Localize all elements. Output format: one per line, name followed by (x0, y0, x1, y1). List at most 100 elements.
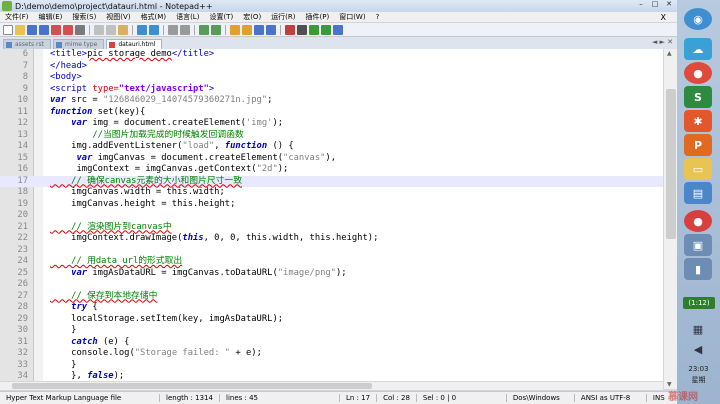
code-token: , (214, 141, 225, 151)
close-document-button[interactable]: X (656, 13, 671, 22)
p-app-icon[interactable]: P (684, 134, 712, 156)
copy-icon[interactable] (106, 24, 116, 35)
menu-search[interactable]: 搜索(S) (67, 12, 101, 22)
code-token: ); (272, 118, 284, 128)
status-language: Hyper Text Markup Language file (0, 394, 160, 402)
x-app-icon[interactable]: ✱ (684, 110, 712, 132)
save-macro-icon[interactable] (333, 24, 343, 35)
code-token: img.addEventListener( (50, 141, 183, 151)
minimize-button[interactable]: – (635, 0, 647, 9)
menu-file[interactable]: 文件(F) (0, 12, 34, 22)
volume-icon[interactable]: ◀ (684, 338, 712, 360)
show-all-chars-icon[interactable] (254, 24, 264, 35)
code-token: } (50, 359, 77, 370)
code-token: "canvas" (283, 152, 326, 163)
run-macro-icon[interactable] (321, 24, 331, 35)
code-line: 33 } (0, 360, 663, 372)
cloud-icon[interactable]: ☁ (684, 38, 712, 60)
wrap-icon[interactable] (242, 24, 252, 35)
code-token: 'img' (245, 118, 273, 128)
close-file-icon[interactable] (51, 24, 61, 35)
code-editor[interactable]: 6 <title>pic storage demo</title> 7 </head… (0, 49, 663, 389)
code-token: type= (92, 83, 119, 94)
menu-run[interactable]: 运行(R) (266, 12, 300, 22)
menu-help[interactable]: ? (371, 13, 385, 21)
clock-time[interactable]: 23:03 (677, 365, 720, 373)
horizontal-scroll-thumb[interactable] (12, 383, 372, 389)
code-token: var (50, 95, 66, 105)
indent-guide-icon[interactable] (266, 24, 276, 35)
record-macro-icon[interactable] (285, 24, 295, 35)
undo-icon[interactable] (137, 24, 147, 35)
scroll-down-icon[interactable]: ▼ (667, 381, 672, 388)
print-icon[interactable] (75, 24, 85, 35)
scroll-up-icon[interactable]: ▲ (667, 50, 672, 57)
paste-icon[interactable] (118, 24, 128, 35)
code-token: > (208, 83, 215, 94)
code-line: 11 function set(key){ (0, 107, 663, 119)
vertical-scroll-thumb[interactable] (666, 89, 676, 239)
save-all-icon[interactable] (39, 24, 49, 35)
code-line: 24 // 用data url的形式取出 (0, 256, 663, 268)
menu-format[interactable]: 格式(M) (136, 12, 172, 22)
window-icon[interactable]: ▣ (684, 234, 712, 256)
zoom-in-icon[interactable] (199, 24, 209, 35)
vertical-scrollbar[interactable]: ▲ ▼ (663, 49, 677, 389)
code-line: 10 var src = "126846029_14074579360271n.j… (0, 95, 663, 107)
menu-macro[interactable]: 宏(O) (238, 12, 266, 22)
menu-window[interactable]: 窗口(W) (334, 12, 370, 22)
disk-icon[interactable]: ▤ (684, 182, 712, 204)
code-token: }, (50, 371, 88, 381)
code-line: 22 imgContext.drawImage(this, 0, 0, this… (0, 233, 663, 245)
code-token: var (50, 267, 88, 278)
tab-mime-type[interactable]: mime type (52, 39, 105, 49)
code-token: imgAsDataURL = imgCanvas.toDataURL( (87, 267, 278, 278)
horizontal-scrollbar[interactable] (0, 381, 663, 390)
code-token: set(key){ (92, 106, 146, 117)
network-icon[interactable]: ◉ (684, 8, 712, 30)
code-token: localStorage.setItem(key, imgAsDataURL); (50, 313, 284, 324)
menu-plugins[interactable]: 插件(P) (301, 12, 335, 22)
s-app-icon[interactable]: S (684, 86, 712, 108)
maximize-button[interactable]: □ (649, 0, 661, 9)
open-file-icon[interactable] (15, 24, 25, 35)
menu-settings[interactable]: 设置(T) (204, 12, 238, 22)
folder-icon[interactable]: ▭ (684, 158, 712, 180)
menu-view[interactable]: 视图(V) (101, 12, 135, 22)
stop-macro-icon[interactable] (297, 24, 307, 35)
find-icon[interactable] (168, 24, 178, 35)
signal-icon[interactable]: ▮ (684, 258, 712, 280)
record-icon[interactable]: ● (684, 210, 712, 232)
code-line: 25 var imgAsDataURL = imgCanvas.toDataUR… (0, 268, 663, 280)
line-number: 30 (17, 325, 28, 335)
code-token: var (50, 118, 88, 128)
replace-icon[interactable] (180, 24, 190, 35)
cut-icon[interactable] (94, 24, 104, 35)
tab-scroll-arrows[interactable]: ◄ ► ✕ (652, 38, 673, 46)
play-macro-icon[interactable] (309, 24, 319, 35)
chrome-icon[interactable]: ● (684, 62, 712, 84)
tab-datauri[interactable]: datauri.html (106, 39, 163, 49)
zoom-out-icon[interactable] (211, 24, 221, 35)
line-number: 31 (17, 336, 28, 347)
close-button[interactable]: ✕ (663, 0, 675, 9)
close-all-icon[interactable] (63, 24, 73, 35)
line-number: 7 (22, 60, 28, 71)
clock-date[interactable]: 星期 (677, 375, 720, 385)
code-token: </head> (50, 60, 88, 71)
redo-icon[interactable] (149, 24, 159, 35)
menu-edit[interactable]: 编辑(E) (34, 12, 68, 22)
sync-scroll-icon[interactable] (230, 24, 240, 35)
new-file-icon[interactable] (3, 24, 13, 35)
code-token: { (87, 302, 98, 312)
battery-indicator[interactable]: (1:12) (683, 297, 715, 309)
code-token: "126846029_14074579360271n.jpg" (102, 95, 268, 105)
menu-language[interactable]: 语言(L) (171, 12, 204, 22)
code-token: ; (267, 95, 273, 105)
line-number: 29 (17, 313, 28, 324)
line-number: 13 (17, 129, 28, 140)
tab-assets[interactable]: assets rst (3, 39, 51, 49)
code-token: catch (50, 336, 98, 347)
save-icon[interactable] (27, 24, 37, 35)
tray-icon[interactable]: ▦ (684, 318, 712, 340)
